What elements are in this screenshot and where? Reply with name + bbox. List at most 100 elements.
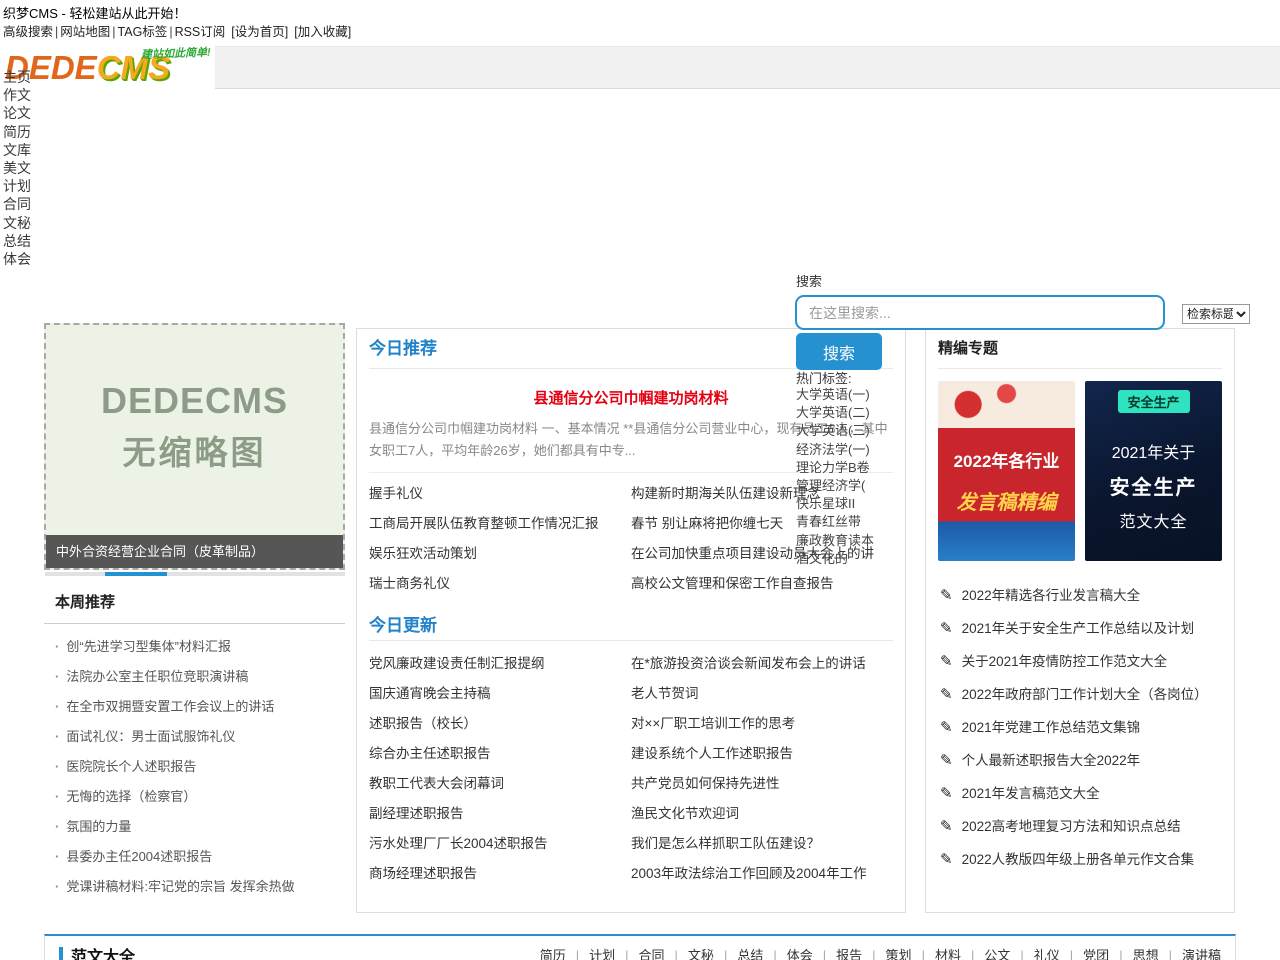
today-item[interactable]: 高校公文管理和保密工作自查报告	[631, 569, 893, 599]
category-link[interactable]: 文秘	[665, 945, 714, 960]
update-item[interactable]: 国庆通宵晚会主持稿	[369, 679, 631, 709]
week-item[interactable]: 在全市双拥暨安置工作会议上的讲话	[44, 692, 345, 722]
topic-item[interactable]: ✎2022年精选各行业发言稿大全	[938, 579, 1222, 612]
nav-item-home[interactable]: 主页	[3, 68, 31, 86]
update-item[interactable]: 污水处理厂厂长2004述职报告	[369, 829, 631, 859]
topic-item[interactable]: ✎关于2021年疫情防控工作范文大全	[938, 645, 1222, 678]
top-link-sitemap[interactable]: 网站地图	[53, 21, 110, 40]
logo-slogan: 建站如此简单!	[141, 44, 211, 62]
top-link-advanced-search[interactable]: 高级搜索	[3, 21, 53, 40]
nav-item-jihua[interactable]: 计划	[3, 177, 31, 195]
banner-safety-line2: 安全生产	[1085, 471, 1222, 500]
hot-tag[interactable]: 酒文化的	[796, 550, 874, 568]
page: 织梦CMS - 轻松建站从此开始！ 高级搜索 网站地图 TAG标签 RSS订阅 …	[0, 0, 1280, 960]
hot-tag[interactable]: 青春红丝带	[796, 513, 874, 531]
search-scope-select[interactable]: 检索标题	[1182, 304, 1250, 324]
search-button[interactable]: 搜索	[796, 333, 882, 370]
site-logo[interactable]: DEDECMS 建站如此简单!	[0, 45, 215, 90]
banner-safety-line1: 2021年关于	[1085, 439, 1222, 463]
nav-item-wenku[interactable]: 文库	[3, 141, 31, 159]
topic-item[interactable]: ✎2021年关于安全生产工作总结以及计划	[938, 612, 1222, 645]
category-link[interactable]: 礼仪	[1010, 945, 1059, 960]
topic-item[interactable]: ✎2021年党建工作总结范文集锦	[938, 711, 1222, 744]
hot-tag[interactable]: 大学英语(一)	[796, 386, 874, 404]
topic-item[interactable]: ✎个人最新述职报告大全2022年	[938, 744, 1222, 777]
topic-item-label: 2022年政府部门工作计划大全（各岗位）	[962, 678, 1208, 711]
category-link[interactable]: 演讲稿	[1159, 945, 1221, 960]
week-item[interactable]: 创“先进学习型集体”材料汇报	[44, 632, 345, 662]
top-links: 高级搜索 网站地图 TAG标签 RSS订阅 [设为首页] [加入收藏]	[3, 21, 351, 40]
nav-item-wenmi[interactable]: 文秘	[3, 214, 31, 232]
top-link-bookmark[interactable]: [加入收藏]	[288, 21, 351, 40]
update-item[interactable]: 2003年政法综治工作回顾及2004年工作	[631, 859, 893, 889]
nav-item-jianli[interactable]: 简历	[3, 123, 31, 141]
update-item[interactable]: 建设系统个人工作述职报告	[631, 739, 893, 769]
topic-item[interactable]: ✎2021年发言稿范文大全	[938, 777, 1222, 810]
hot-tag[interactable]: 经济法学(一)	[796, 441, 874, 459]
week-item[interactable]: 医院院长个人述职报告	[44, 752, 345, 782]
week-item[interactable]: 面试礼仪：男士面试服饰礼仪	[44, 722, 345, 752]
week-item[interactable]: 党课讲稿材料:牢记党的宗旨 发挥余热做	[44, 872, 345, 902]
category-link[interactable]: 策划	[862, 945, 911, 960]
week-item[interactable]: 法院办公室主任职位竞职演讲稿	[44, 662, 345, 692]
topic-banner-safety[interactable]: 安全生产 2021年关于 安全生产 范文大全	[1085, 381, 1222, 561]
week-item[interactable]: 氛围的力量	[44, 812, 345, 842]
category-link[interactable]: 计划	[566, 945, 615, 960]
category-link[interactable]: 简历	[530, 945, 566, 960]
slider-scroll-thumb[interactable]	[105, 572, 167, 576]
week-item[interactable]: 无悔的选择（检察官）	[44, 782, 345, 812]
search-input[interactable]	[795, 295, 1165, 330]
hot-tag[interactable]: 大学英语(三)	[796, 422, 874, 440]
update-item[interactable]: 渔民文化节欢迎词	[631, 799, 893, 829]
topic-banner-speech[interactable]: 2022年各行业 发言稿精编	[938, 381, 1075, 561]
category-link[interactable]: 总结	[714, 945, 763, 960]
category-link[interactable]: 合同	[615, 945, 664, 960]
category-link[interactable]: 党团	[1060, 945, 1109, 960]
top-link-set-home[interactable]: [设为首页]	[225, 21, 288, 40]
edit-icon: ✎	[940, 579, 953, 612]
topic-item[interactable]: ✎2022年政府部门工作计划大全（各岗位）	[938, 678, 1222, 711]
update-item[interactable]: 老人节贺词	[631, 679, 893, 709]
top-link-rss[interactable]: RSS订阅	[167, 21, 225, 40]
category-link[interactable]: 思想	[1109, 945, 1158, 960]
update-item[interactable]: 在*旅游投资洽谈会新闻发布会上的讲话	[631, 649, 893, 679]
hot-tag[interactable]: 快乐星球II	[796, 495, 874, 513]
category-link[interactable]: 报告	[813, 945, 862, 960]
featured-slide[interactable]: DEDECMS 无缩略图 中外合资经营企业合同（皮革制品）	[44, 323, 345, 570]
top-link-tags[interactable]: TAG标签	[110, 21, 167, 40]
update-item[interactable]: 述职报告（校长）	[369, 709, 631, 739]
slider-track[interactable]	[45, 572, 345, 576]
nav-item-hetong[interactable]: 合同	[3, 195, 31, 213]
slide-caption[interactable]: 中外合资经营企业合同（皮革制品）	[46, 535, 343, 568]
update-item[interactable]: 综合办主任述职报告	[369, 739, 631, 769]
topic-item[interactable]: ✎2022人教版四年级上册各单元作文合集	[938, 843, 1222, 876]
hot-tag[interactable]: 管理经济学(	[796, 477, 874, 495]
nav-item-zuowen[interactable]: 作文	[3, 86, 31, 104]
update-item[interactable]: 党风廉政建设责任制汇报提纲	[369, 649, 631, 679]
today-item[interactable]: 握手礼仪	[369, 479, 631, 509]
update-item[interactable]: 共产党员如何保持先进性	[631, 769, 893, 799]
nav-item-lunwen[interactable]: 论文	[3, 104, 31, 122]
today-item[interactable]: 工商局开展队伍教育整顿工作情况汇报	[369, 509, 631, 539]
update-item[interactable]: 我们是怎么样抓职工队伍建设？	[631, 829, 893, 859]
update-item[interactable]: 副经理述职报告	[369, 799, 631, 829]
category-link[interactable]: 体会	[763, 945, 812, 960]
topic-item-label: 2021年党建工作总结范文集锦	[962, 711, 1141, 744]
today-item[interactable]: 瑞士商务礼仪	[369, 569, 631, 599]
topic-item[interactable]: ✎2022高考地理复习方法和知识点总结	[938, 810, 1222, 843]
hot-tag[interactable]: 大学英语(二)	[796, 404, 874, 422]
week-recommend-section: 本周推荐 创“先进学习型集体”材料汇报 法院办公室主任职位竞职演讲稿 在全市双拥…	[44, 588, 345, 902]
hot-tag[interactable]: 理论力学B卷	[796, 459, 874, 477]
nav-item-meiwen[interactable]: 美文	[3, 159, 31, 177]
category-link[interactable]: 公文	[961, 945, 1010, 960]
category-link[interactable]: 材料	[912, 945, 961, 960]
hot-tag[interactable]: 廉政教育读本	[796, 532, 874, 550]
week-item[interactable]: 县委办主任2004述职报告	[44, 842, 345, 872]
nav-item-tihui[interactable]: 体会	[3, 250, 31, 268]
update-item[interactable]: 教职工代表大会闭幕词	[369, 769, 631, 799]
update-item[interactable]: 商场经理述职报告	[369, 859, 631, 889]
today-item[interactable]: 娱乐狂欢活动策划	[369, 539, 631, 569]
update-item[interactable]: 对××厂职工培训工作的思考	[631, 709, 893, 739]
week-recommend-title: 本周推荐	[44, 588, 345, 624]
nav-item-zongjie[interactable]: 总结	[3, 232, 31, 250]
